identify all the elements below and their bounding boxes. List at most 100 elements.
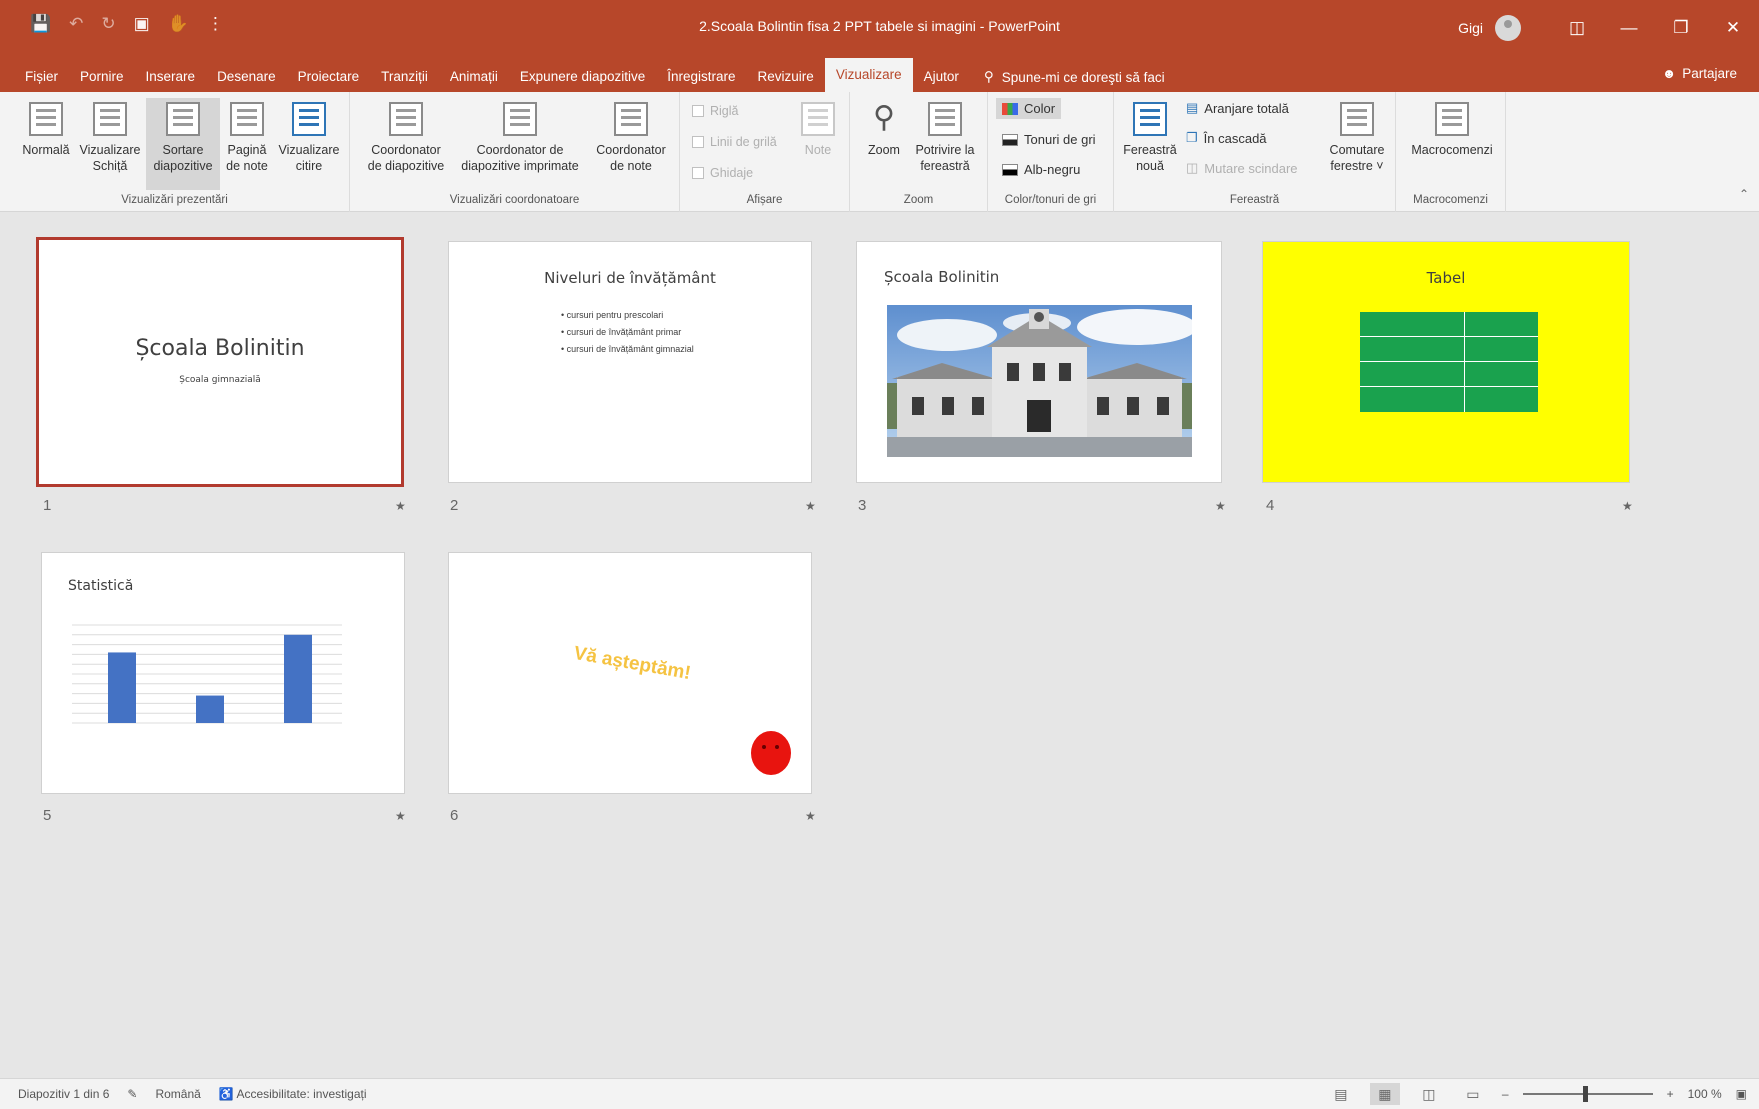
customize-qat-icon[interactable]: ⋮ xyxy=(207,14,224,34)
share-button[interactable]: ☻ Partajare xyxy=(1662,66,1737,81)
slide-number: 4 xyxy=(1266,497,1275,514)
handout-master-button[interactable]: Coordonator de diapozitive imprimate xyxy=(450,98,590,175)
tab-insert[interactable]: Inserare xyxy=(135,62,207,92)
move-split-button[interactable]: ◫ Mutare scindare xyxy=(1186,160,1298,176)
zoom-button[interactable]: ⚲ Zoom xyxy=(862,98,906,158)
tab-review[interactable]: Revizuire xyxy=(747,62,825,92)
tab-design[interactable]: Proiectare xyxy=(287,62,371,92)
slide-count-status[interactable]: Diapozitiv 1 din 6 xyxy=(18,1087,109,1101)
undo-icon[interactable]: ↶ xyxy=(69,14,83,34)
slide-thumbnail-2[interactable]: Niveluri de învățământ • cursuri pentru … xyxy=(449,242,811,482)
ribbon-display-options-icon[interactable]: ◫ xyxy=(1551,0,1603,56)
tab-record[interactable]: Înregistrare xyxy=(656,62,746,92)
slide-title: Școala Bolinitin xyxy=(135,336,305,361)
save-icon[interactable]: 💾 xyxy=(30,14,51,34)
bullet-list: • cursuri pentru prescolari • cursuri de… xyxy=(561,307,694,358)
black-white-swatch-icon xyxy=(1002,163,1018,176)
reading-view-status-icon[interactable]: ◫ xyxy=(1414,1083,1444,1105)
restore-icon[interactable]: ❐ xyxy=(1655,0,1707,56)
grayscale-button[interactable]: Tonuri de gri xyxy=(1002,132,1096,147)
tab-view[interactable]: Vizualizare xyxy=(824,58,913,92)
share-label: Partajare xyxy=(1682,66,1737,81)
fit-slide-icon[interactable]: ▣ xyxy=(1736,1087,1747,1101)
minimize-icon[interactable]: — xyxy=(1603,0,1655,56)
outline-view-button[interactable]: Vizualizare Schiță xyxy=(76,98,144,175)
switch-windows-button[interactable]: Comutare ferestre ˅ xyxy=(1322,98,1392,175)
notes-button[interactable]: Note xyxy=(796,98,840,158)
transition-star-icon: ★ xyxy=(805,499,816,513)
slide-thumbnail-5[interactable]: Statistică xyxy=(42,553,404,793)
tab-home[interactable]: Pornire xyxy=(69,62,135,92)
macros-button[interactable]: Macrocomenzi xyxy=(1404,98,1500,158)
zoom-slider[interactable] xyxy=(1522,1086,1653,1102)
ruler-checkbox[interactable]: Riglă xyxy=(692,104,739,118)
slide-sorter-pane: Școala Bolinitin Școala gimnazială 1 ★ N… xyxy=(10,213,1759,1078)
group-master-views: Coordonator de diapozitive Coordonator d… xyxy=(350,92,680,212)
normal-view-icon xyxy=(29,102,63,136)
zoom-in-button[interactable]: + xyxy=(1667,1087,1674,1101)
collapse-ribbon-icon[interactable]: ⌃ xyxy=(1739,187,1749,201)
present-from-start-icon[interactable]: ▣ xyxy=(134,14,150,34)
slide-thumbnail-6[interactable]: Vă așteptăm! xyxy=(449,553,811,793)
tab-transitions[interactable]: Tranziții xyxy=(370,62,439,92)
slide-subtitle: Școala gimnazială xyxy=(179,375,261,385)
language-status[interactable]: Română xyxy=(155,1087,200,1101)
tab-help[interactable]: Ajutor xyxy=(913,62,970,92)
normal-view-button[interactable]: Normală xyxy=(18,98,74,158)
slideshow-status-icon[interactable]: ▭ xyxy=(1458,1083,1488,1105)
notes-master-icon xyxy=(614,102,648,136)
user-name[interactable]: Gigi xyxy=(1458,20,1483,36)
slide-master-button[interactable]: Coordonator de diapozitive xyxy=(360,98,452,175)
touch-mode-icon[interactable]: ✋ xyxy=(168,14,189,34)
new-window-icon xyxy=(1133,102,1167,136)
color-button[interactable]: Color xyxy=(996,98,1062,119)
group-macros: Macrocomenzi Macrocomenzi xyxy=(1396,92,1506,212)
slide-title: Școala Bolinitin xyxy=(884,268,1000,286)
tab-draw[interactable]: Desenare xyxy=(206,62,287,92)
slide-thumbnail-3[interactable]: Școala Bolinitin xyxy=(857,242,1221,482)
transition-star-icon: ★ xyxy=(1622,499,1633,513)
status-bar: Diapozitiv 1 din 6 ✎ Română ♿ Accesibili… xyxy=(0,1078,1759,1109)
slide-number: 6 xyxy=(450,807,459,824)
avatar[interactable] xyxy=(1495,15,1521,41)
transition-star-icon: ★ xyxy=(805,809,816,823)
black-white-button[interactable]: Alb-negru xyxy=(1002,162,1080,177)
person-icon: ☻ xyxy=(1662,66,1677,81)
cascade-button[interactable]: ❐ În cascadă xyxy=(1186,130,1267,146)
group-label: Macrocomenzi xyxy=(1413,194,1488,206)
group-zoom: ⚲ Zoom Potrivire la fereastră Zoom xyxy=(850,92,988,212)
close-icon[interactable]: ✕ xyxy=(1707,0,1759,56)
slide-sorter-status-icon[interactable]: ▦ xyxy=(1369,1083,1400,1105)
spelling-check-icon[interactable]: ✎ xyxy=(127,1087,137,1101)
new-window-button[interactable]: Fereastră nouă xyxy=(1120,98,1180,175)
redo-icon[interactable]: ↻ xyxy=(101,14,115,34)
cascade-icon: ❐ xyxy=(1186,130,1198,145)
accessibility-status[interactable]: ♿ Accesibilitate: investigați xyxy=(219,1087,367,1101)
slide-sorter-button[interactable]: Sortare diapozitive xyxy=(146,98,220,190)
slide-thumbnail-1[interactable]: Școala Bolinitin Școala gimnazială xyxy=(39,240,401,484)
tell-me-search[interactable]: ⚲ Spune-mi ce doreşti să faci xyxy=(984,62,1165,92)
notes-master-button[interactable]: Coordonator de note xyxy=(588,98,674,175)
arrange-all-button[interactable]: ▤ Aranjare totală xyxy=(1186,100,1289,116)
reading-view-button[interactable]: Vizualizare citire xyxy=(274,98,344,175)
slide-master-icon xyxy=(389,102,423,136)
gridlines-checkbox[interactable]: Linii de grilă xyxy=(692,135,777,149)
tab-animations[interactable]: Animații xyxy=(439,62,509,92)
zoom-level[interactable]: 100 % xyxy=(1688,1087,1722,1101)
fit-to-window-button[interactable]: Potrivire la fereastră xyxy=(906,98,984,175)
handout-master-icon xyxy=(503,102,537,136)
zoom-out-button[interactable]: – xyxy=(1502,1087,1509,1101)
zoom-slider-thumb[interactable] xyxy=(1582,1086,1588,1102)
tab-file[interactable]: Fișier xyxy=(14,62,69,92)
list-item: • cursuri pentru prescolari xyxy=(561,310,664,320)
notes-page-button[interactable]: Pagină de note xyxy=(222,98,272,175)
tab-slideshow[interactable]: Expunere diapozitive xyxy=(509,62,656,92)
accessibility-icon: ♿ xyxy=(218,1087,234,1101)
slide-number: 2 xyxy=(450,497,459,514)
list-item: • cursuri de învățământ gimnazial xyxy=(561,344,694,354)
chevron-down-icon: ˅ xyxy=(1376,159,1384,174)
group-label: Color/tonuri de gri xyxy=(1004,194,1097,206)
normal-view-status-icon[interactable]: ▤ xyxy=(1326,1083,1356,1105)
guides-checkbox[interactable]: Ghidaje xyxy=(692,166,753,180)
slide-thumbnail-4[interactable]: Tabel xyxy=(1263,242,1629,482)
